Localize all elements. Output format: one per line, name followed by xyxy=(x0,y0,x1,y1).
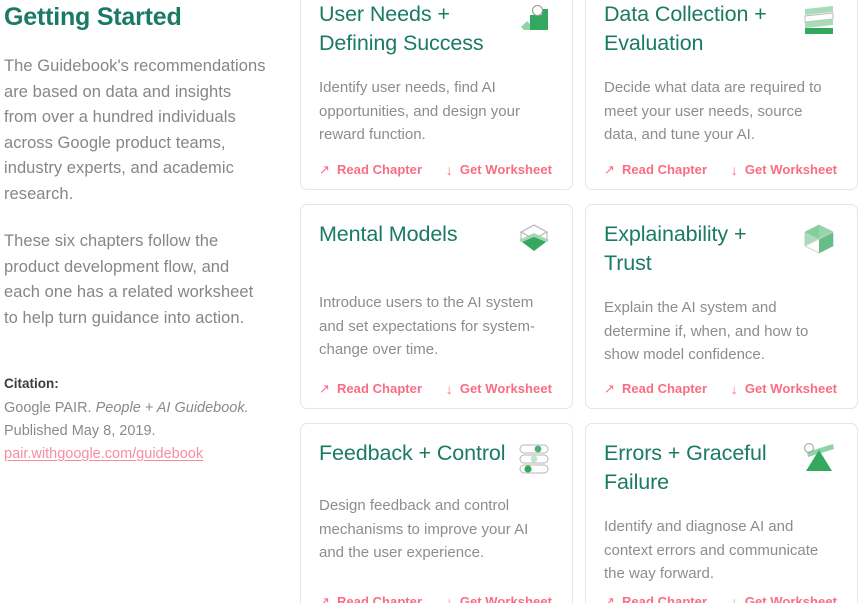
arrow-up-right-icon: ↗ xyxy=(604,594,615,603)
citation-block: Citation: Google PAIR. People + AI Guide… xyxy=(4,373,266,466)
card-description: Explain the AI system and determine if, … xyxy=(604,299,809,363)
chapter-card-data-collection[interactable]: Data Collection + Evaluation Decide what… xyxy=(585,0,858,190)
citation-url-link[interactable]: pair.withgoogle.com/guidebook xyxy=(4,443,203,466)
read-chapter-link[interactable]: ↗ Read Chapter xyxy=(319,162,446,177)
get-worksheet-link[interactable]: ↓ Get Worksheet xyxy=(446,381,552,396)
card-links: ↗ Read Chapter ↓ Get Worksheet xyxy=(319,162,552,177)
arrow-down-icon: ↓ xyxy=(445,161,453,178)
arrow-up-right-icon: ↗ xyxy=(319,381,330,396)
intro-paragraph-2: These six chapters follow the product de… xyxy=(4,232,254,327)
get-worksheet-label: Get Worksheet xyxy=(744,381,837,396)
read-chapter-label: Read Chapter xyxy=(621,594,708,603)
card-links: ↗ Read Chapter ↓ Get Worksheet xyxy=(319,381,552,396)
get-worksheet-link[interactable]: ↓ Get Worksheet xyxy=(731,381,837,396)
arrow-down-icon: ↓ xyxy=(730,593,738,603)
card-header: Mental Models xyxy=(319,220,552,257)
read-chapter-label: Read Chapter xyxy=(621,381,708,396)
get-worksheet-link[interactable]: ↓ Get Worksheet xyxy=(446,594,552,603)
arrow-up-right-icon: ↗ xyxy=(604,381,615,396)
citation-source: Google PAIR. People + AI Guidebook. xyxy=(4,397,266,420)
card-header: Feedback + Control xyxy=(319,439,552,476)
arrow-up-right-icon: ↗ xyxy=(319,594,330,603)
card-title: Mental Models xyxy=(319,222,458,246)
getting-started-page: Getting Started The Guidebook's recommen… xyxy=(0,0,860,603)
card-description: Identify user needs, find AI opportuniti… xyxy=(319,79,520,143)
get-worksheet-label: Get Worksheet xyxy=(459,381,552,396)
citation-label: Citation: xyxy=(4,376,59,391)
card-header: Explainability + Trust xyxy=(604,220,837,278)
arrow-down-icon: ↓ xyxy=(730,161,738,178)
card-links: ↗ Read Chapter ↓ Get Worksheet xyxy=(604,162,837,177)
get-worksheet-link[interactable]: ↓ Get Worksheet xyxy=(731,594,837,603)
card-links: ↗ Read Chapter ↓ Get Worksheet xyxy=(604,594,837,603)
arrow-down-icon: ↓ xyxy=(445,593,453,603)
magnifier-block-icon xyxy=(516,1,552,37)
translucent-cube-icon xyxy=(801,221,837,257)
chapter-card-errors-failure[interactable]: Errors + Graceful Failure Identify and d… xyxy=(585,423,858,603)
chapter-card-mental-models[interactable]: Mental Models Introduce users to the AI … xyxy=(300,204,573,409)
card-title: Errors + Graceful Failure xyxy=(604,441,767,494)
chapter-card-feedback-control[interactable]: Feedback + Control Design feedback and c… xyxy=(300,423,573,603)
citation-source-prefix: Google PAIR. xyxy=(4,400,96,416)
card-header: Data Collection + Evaluation xyxy=(604,0,837,58)
read-chapter-label: Read Chapter xyxy=(336,594,423,603)
card-header: Errors + Graceful Failure xyxy=(604,439,837,497)
card-title: Data Collection + Evaluation xyxy=(604,2,767,55)
get-worksheet-label: Get Worksheet xyxy=(459,162,552,177)
get-worksheet-label: Get Worksheet xyxy=(744,162,837,177)
intro-column: Getting Started The Guidebook's recommen… xyxy=(0,0,300,603)
get-worksheet-link[interactable]: ↓ Get Worksheet xyxy=(731,162,837,177)
read-chapter-label: Read Chapter xyxy=(336,162,423,177)
read-chapter-label: Read Chapter xyxy=(621,162,708,177)
get-worksheet-label: Get Worksheet xyxy=(459,594,552,603)
read-chapter-label: Read Chapter xyxy=(336,381,423,396)
octahedron-icon xyxy=(516,221,552,257)
get-worksheet-label: Get Worksheet xyxy=(744,594,837,603)
read-chapter-link[interactable]: ↗ Read Chapter xyxy=(604,594,731,603)
arrow-down-icon: ↓ xyxy=(730,380,738,397)
card-title: User Needs + Defining Success xyxy=(319,2,484,55)
citation-source-title: People + AI Guidebook. xyxy=(95,400,249,416)
get-worksheet-link[interactable]: ↓ Get Worksheet xyxy=(446,162,552,177)
arrow-down-icon: ↓ xyxy=(445,380,453,397)
card-description: Introduce users to the AI system and set… xyxy=(319,294,535,358)
card-links: ↗ Read Chapter ↓ Get Worksheet xyxy=(604,381,837,396)
chapter-card-explainability[interactable]: Explainability + Trust Explain the AI sy… xyxy=(585,204,858,409)
arrow-up-right-icon: ↗ xyxy=(604,162,615,177)
read-chapter-link[interactable]: ↗ Read Chapter xyxy=(604,381,731,396)
read-chapter-link[interactable]: ↗ Read Chapter xyxy=(319,594,446,603)
balance-triangle-icon xyxy=(801,440,837,476)
card-header: User Needs + Defining Success xyxy=(319,0,552,58)
card-description: Decide what data are required to meet yo… xyxy=(604,79,822,143)
stacked-layers-icon xyxy=(801,1,837,37)
card-title: Explainability + Trust xyxy=(604,222,747,275)
card-title: Feedback + Control xyxy=(319,441,506,465)
chapter-card-user-needs[interactable]: User Needs + Defining Success Identify u… xyxy=(300,0,573,190)
page-title: Getting Started xyxy=(4,3,182,31)
arrow-up-right-icon: ↗ xyxy=(319,162,330,177)
card-description: Identify and diagnose AI and context err… xyxy=(604,518,819,582)
intro-paragraph-1: The Guidebook's recommendations are base… xyxy=(4,57,266,203)
citation-published: Published May 8, 2019. xyxy=(4,423,156,439)
read-chapter-link[interactable]: ↗ Read Chapter xyxy=(319,381,446,396)
read-chapter-link[interactable]: ↗ Read Chapter xyxy=(604,162,731,177)
card-links: ↗ Read Chapter ↓ Get Worksheet xyxy=(319,594,552,603)
card-description: Design feedback and control mechanisms t… xyxy=(319,497,529,561)
chapter-card-grid: User Needs + Defining Success Identify u… xyxy=(300,0,860,603)
toggle-switches-icon xyxy=(516,440,552,476)
